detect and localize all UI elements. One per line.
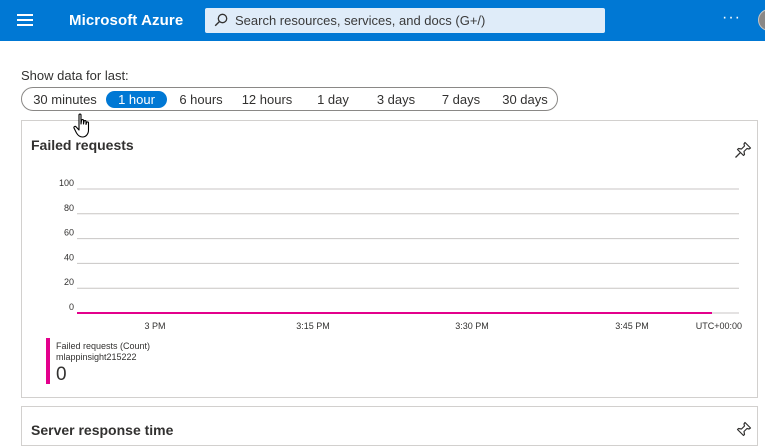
- more-options-icon[interactable]: ···: [722, 9, 741, 27]
- pin-icon[interactable]: [734, 421, 752, 439]
- time-range-option-7-days[interactable]: 7 days: [437, 91, 485, 108]
- legend-color-bar: [46, 338, 50, 384]
- time-range-option-30-days[interactable]: 30 days: [498, 91, 552, 108]
- y-tick-label: 40: [64, 252, 74, 262]
- legend-metric-name: Failed requests (Count): [56, 341, 151, 351]
- y-tick-label: 100: [59, 178, 74, 188]
- search-input[interactable]: Search resources, services, and docs (G+…: [205, 8, 605, 33]
- server-response-time-card: Server response time: [21, 406, 758, 446]
- y-tick-label: 20: [64, 277, 74, 287]
- brand-title[interactable]: Microsoft Azure: [69, 12, 183, 29]
- time-range-option-3-days[interactable]: 3 days: [372, 91, 420, 108]
- y-tick-label: 80: [64, 203, 74, 213]
- legend-value: 0: [56, 364, 67, 385]
- time-range-option-30-minutes[interactable]: 30 minutes: [28, 91, 102, 108]
- x-tick-label: 3:45 PM: [615, 321, 649, 331]
- search-icon: [214, 13, 228, 27]
- failed-requests-card: Failed requests 100 80 60 40 20 0 3 PM 3:15 PM 3…: [21, 120, 758, 398]
- time-range-option-1-day[interactable]: 1 day: [312, 91, 354, 108]
- x-tick-label: 3:30 PM: [455, 321, 489, 331]
- failed-requests-chart: 100 80 60 40 20 0 3 PM 3:15 PM 3:30 PM 3:45 PM UTC…: [59, 178, 742, 331]
- search-placeholder: Search resources, services, and docs (G+…: [235, 13, 486, 28]
- legend-resource-name: mlappinsight215222: [56, 352, 137, 362]
- y-tick-label: 60: [64, 228, 74, 238]
- time-range-option-6-hours[interactable]: 6 hours: [174, 91, 228, 108]
- hamburger-menu-icon[interactable]: [17, 14, 33, 27]
- x-tick-label: 3 PM: [144, 321, 165, 331]
- x-tick-label: 3:15 PM: [296, 321, 330, 331]
- y-tick-label: 0: [69, 302, 74, 312]
- hand-cursor-icon: [73, 113, 90, 138]
- top-bar: Microsoft Azure Search resources, servic…: [0, 0, 765, 41]
- card-title: Server response time: [31, 422, 174, 438]
- time-range-option-1-hour[interactable]: 1 hour: [106, 91, 167, 108]
- time-range-label: Show data for last:: [21, 68, 129, 83]
- x-axis-timezone-label: UTC+00:00: [696, 321, 742, 331]
- time-range-option-12-hours[interactable]: 12 hours: [238, 91, 296, 108]
- avatar[interactable]: [758, 9, 765, 31]
- time-range-selector: 30 minutes 1 hour 6 hours 12 hours 1 day…: [21, 87, 558, 111]
